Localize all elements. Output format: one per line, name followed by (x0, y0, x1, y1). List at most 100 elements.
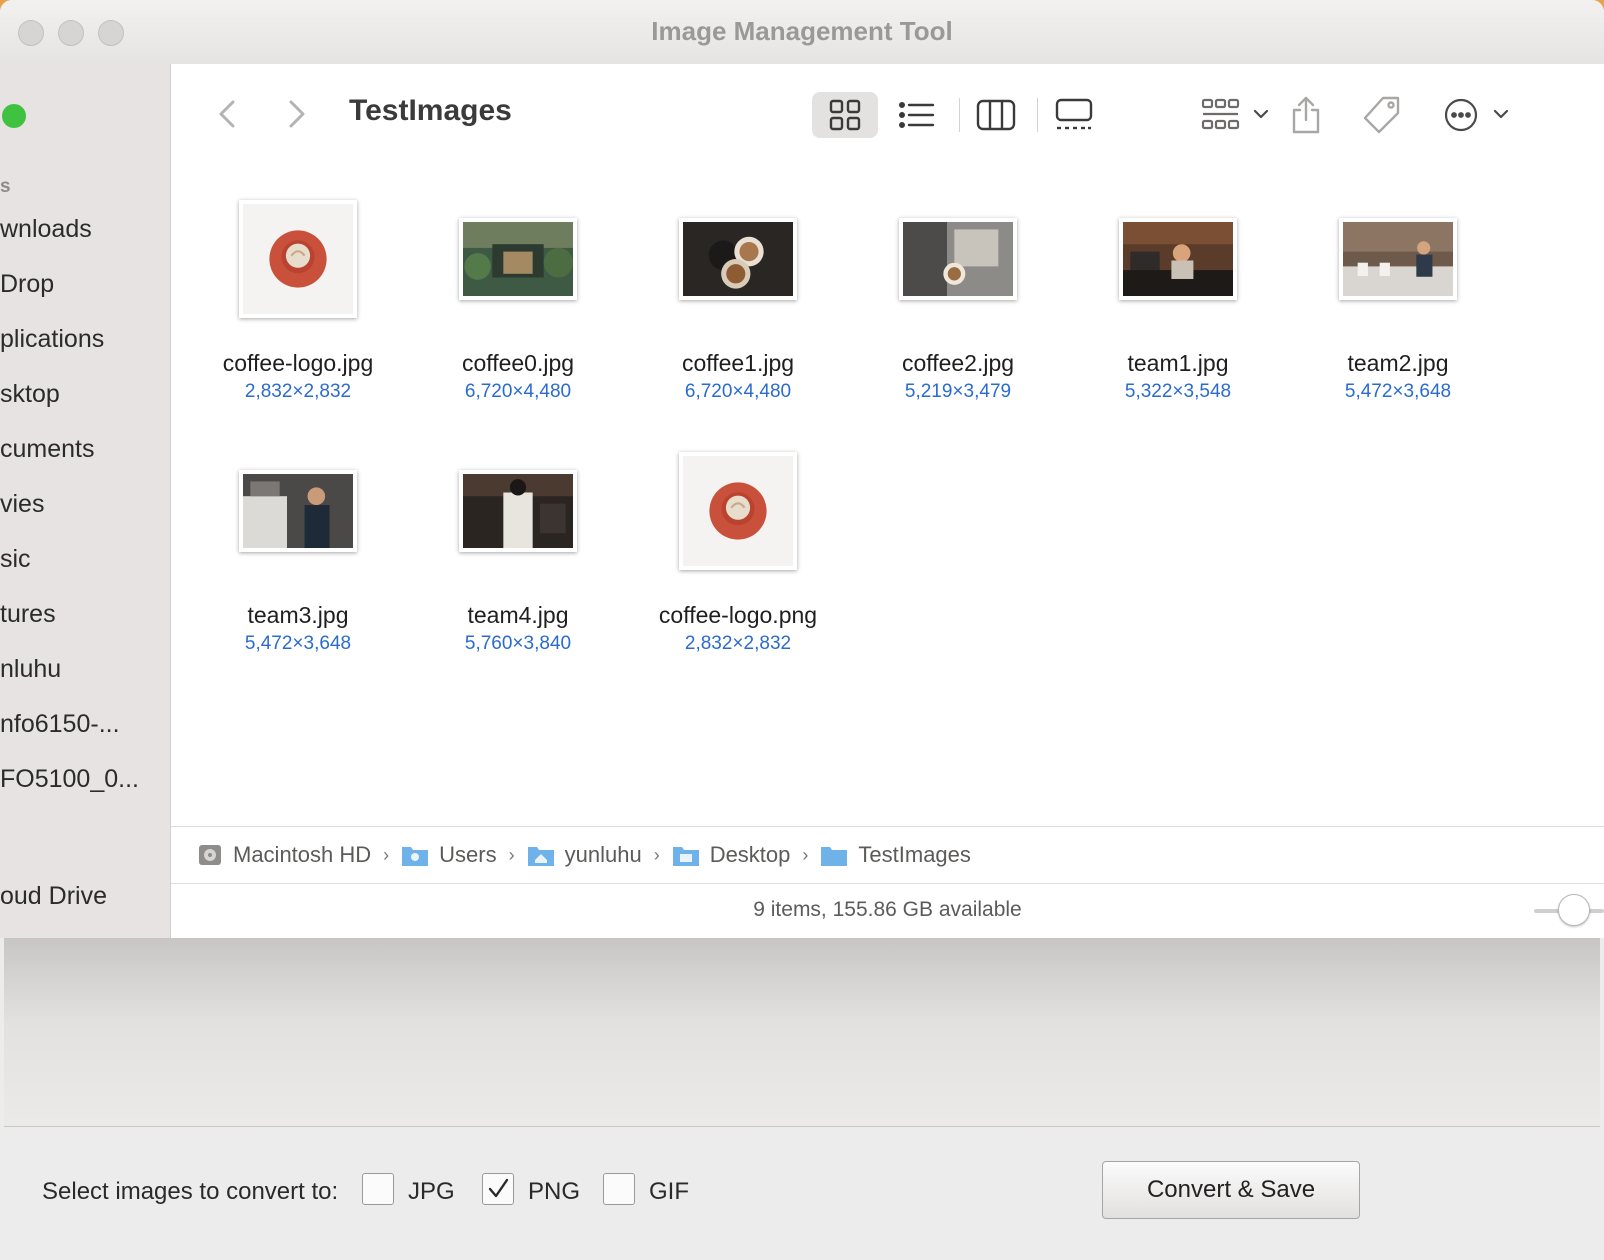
group-icon[interactable] (1197, 92, 1277, 138)
barista-counter-image (1123, 222, 1233, 296)
png-checkbox[interactable] (482, 1173, 514, 1205)
file-browser: TestImages coffee-logo.jpg 2,832×2,832 c… (171, 64, 1604, 938)
preview-area (4, 938, 1600, 1127)
chevron-right-icon: › (653, 844, 660, 865)
sidebar-item-icloud-drive[interactable]: oud Drive (0, 882, 107, 911)
file-thumbnail (459, 218, 577, 300)
checkmark-icon (488, 1178, 509, 1198)
title-bar: Image Management Tool (0, 0, 1604, 65)
list-view-icon[interactable] (884, 92, 950, 138)
sidebar-item-airdrop[interactable]: Drop (0, 270, 54, 299)
home-folder-icon (527, 847, 554, 866)
toolbar-separator (1037, 98, 1038, 132)
status-text: 9 items, 155.86 GB available (753, 898, 1022, 921)
file-item[interactable]: team1.jpg 5,322×3,548 (1073, 194, 1283, 403)
file-dimensions: 6,720×4,480 (464, 381, 572, 402)
file-item[interactable]: team4.jpg 5,760×3,840 (413, 446, 623, 655)
sidebar-item-documents[interactable]: cuments (0, 435, 94, 464)
path-label: yunluhu (564, 842, 642, 867)
green-status-icon (2, 104, 26, 128)
file-dimensions: 5,472×3,648 (244, 633, 352, 654)
sidebar-item-home[interactable]: nluhu (0, 655, 61, 684)
chevron-right-icon: › (802, 844, 809, 865)
path-item-testimages[interactable]: TestImages (820, 842, 971, 868)
path-label: Macintosh HD (233, 842, 372, 867)
chevron-right-icon: › (383, 844, 390, 865)
barista-pouring-image (903, 222, 1013, 296)
file-item[interactable]: coffee1.jpg 6,720×4,480 (633, 194, 843, 403)
jpg-checkbox[interactable] (362, 1173, 394, 1205)
column-view-icon[interactable] (963, 92, 1029, 138)
path-item-yunluhu[interactable]: yunluhu (527, 842, 642, 868)
path-item-users[interactable]: Users (401, 842, 497, 868)
chevron-right-icon: › (508, 844, 515, 865)
gif-label: GIF (649, 1178, 689, 1205)
convert-save-button[interactable]: Convert & Save (1102, 1161, 1360, 1219)
sidebar-section-header: s (0, 176, 11, 197)
file-thumbnail (1119, 218, 1237, 300)
file-item[interactable]: coffee-logo.png 2,832×2,832 (633, 446, 843, 655)
file-dimensions: 5,219×3,479 (904, 381, 1012, 402)
icon-view-icon[interactable] (812, 92, 878, 138)
sidebar-item-pictures[interactable]: tures (0, 600, 56, 629)
sidebar-item-music[interactable]: sic (0, 545, 31, 574)
path-label: TestImages (858, 842, 971, 867)
jpg-label: JPG (408, 1178, 455, 1205)
file-thumbnail (239, 200, 357, 318)
coffee-cup-logo-image (243, 204, 353, 314)
file-name: team3.jpg (247, 602, 349, 628)
sidebar-item-applications[interactable]: plications (0, 325, 104, 354)
toolbar-separator (959, 98, 960, 132)
sidebar-item-downloads[interactable]: wnloads (0, 215, 92, 244)
share-icon[interactable] (1281, 92, 1331, 138)
file-name: coffee-logo.png (658, 602, 818, 628)
sidebar-item-movies[interactable]: vies (0, 490, 44, 519)
file-item[interactable]: team2.jpg 5,472×3,648 (1293, 194, 1503, 403)
file-dimensions: 5,322×3,548 (1124, 381, 1232, 402)
folder-title: TestImages (349, 94, 512, 127)
window-title: Image Management Tool (651, 16, 953, 46)
more-icon[interactable] (1439, 92, 1519, 138)
sidebar-item-desktop[interactable]: sktop (0, 380, 60, 409)
path-item-desktop[interactable]: Desktop (672, 842, 791, 868)
status-bar: 9 items, 155.86 GB available (171, 882, 1604, 938)
file-open-dialog: s wnloads Drop plications sktop cuments … (0, 64, 1604, 938)
folder-icon (821, 847, 848, 866)
pour-over-bar-image (1343, 222, 1453, 296)
gallery-view-icon[interactable] (1041, 92, 1107, 138)
file-dimensions: 2,832×2,832 (244, 381, 352, 402)
convert-label: Select images to convert to: (42, 1178, 339, 1205)
forward-icon[interactable] (279, 94, 315, 134)
sidebar-item-info6150[interactable]: nfo6150-... (0, 710, 120, 739)
file-name: team1.jpg (1127, 350, 1229, 376)
tag-icon[interactable] (1355, 92, 1409, 138)
file-thumbnail (459, 470, 577, 552)
desktop-folder-icon (672, 847, 699, 866)
back-icon[interactable] (211, 94, 247, 134)
barista-latte-image (463, 474, 573, 548)
file-name: coffee2.jpg (901, 350, 1015, 376)
cafe-interior-image (463, 222, 573, 296)
file-item[interactable]: team3.jpg 5,472×3,648 (193, 446, 403, 655)
file-dimensions: 2,832×2,832 (684, 633, 792, 654)
path-label: Users (439, 842, 497, 867)
file-thumbnail (899, 218, 1017, 300)
path-item-macintosh-hd[interactable]: Macintosh HD (197, 842, 371, 868)
file-item[interactable]: coffee0.jpg 6,720×4,480 (413, 194, 623, 403)
file-dimensions: 6,720×4,480 (684, 381, 792, 402)
file-name: team4.jpg (467, 602, 569, 628)
file-thumbnail (1339, 218, 1457, 300)
path-label: Desktop (709, 842, 791, 867)
file-item[interactable]: coffee-logo.jpg 2,832×2,832 (193, 194, 403, 403)
file-item[interactable]: coffee2.jpg 5,219×3,479 (853, 194, 1063, 403)
coffee-cup-logo-image (683, 456, 793, 566)
file-thumbnail (679, 218, 797, 300)
gif-checkbox[interactable] (603, 1173, 635, 1205)
file-name: coffee-logo.jpg (222, 350, 374, 376)
finder-toolbar: TestImages (171, 64, 1604, 164)
sidebar-item-info5100[interactable]: FO5100_0... (0, 765, 139, 794)
hard-drive-icon (199, 845, 221, 865)
png-label: PNG (528, 1178, 581, 1205)
icon-size-slider-knob[interactable] (1558, 894, 1590, 926)
file-thumbnail (239, 470, 357, 552)
